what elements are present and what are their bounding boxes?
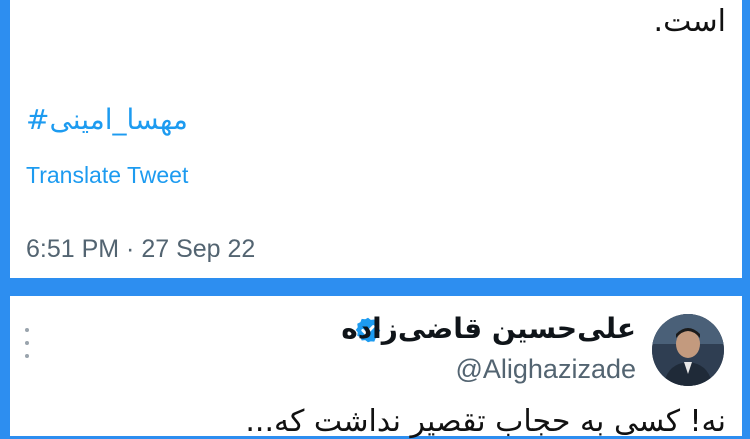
tweet-card-1: است. #مهسا_امینی Translate Tweet 6:51 PM…	[10, 0, 742, 278]
hashtag-link[interactable]: #مهسا_امینی	[26, 103, 188, 136]
avatar[interactable]	[652, 314, 724, 386]
author-handle[interactable]: @Alighazizade	[455, 354, 636, 385]
translate-tweet-link[interactable]: Translate Tweet	[26, 162, 188, 189]
author-name[interactable]: علی‌حسین قاضی‌زاده	[341, 312, 636, 345]
more-options-icon[interactable]	[24, 328, 30, 358]
tweet-timestamp[interactable]: 6:51 PM · 27 Sep 22	[26, 235, 255, 264]
tweet-text: نه! کسی به حجاب تقصیر نداشت که...	[245, 404, 726, 439]
tweet-card-2: علی‌حسین قاضی‌زاده @Alighazizade نه! کسی…	[10, 296, 742, 439]
tweet-text: است.	[653, 4, 726, 39]
